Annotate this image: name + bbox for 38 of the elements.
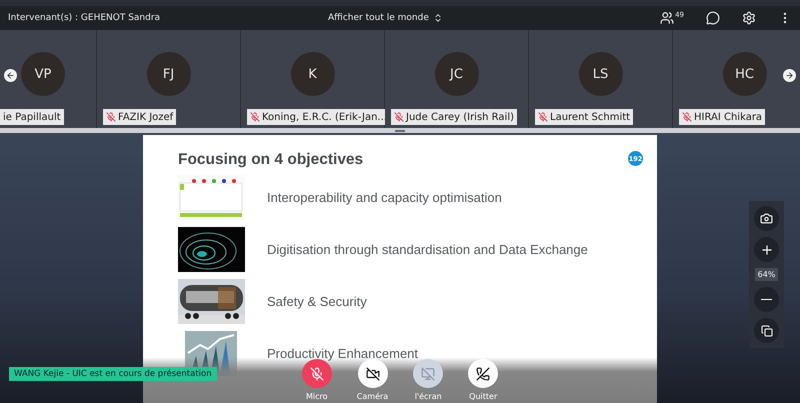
arrow-right-icon [785, 71, 794, 80]
plus-icon [760, 242, 774, 256]
avatar: FJ [146, 52, 190, 96]
participant-name: Jude Carey (Irish Rail) [391, 109, 517, 125]
objective-text: Productivity Enhancement [267, 346, 418, 360]
copy-icon [760, 324, 772, 336]
avatar: LS [578, 52, 622, 96]
settings-icon[interactable] [742, 11, 756, 25]
resize-handle[interactable] [395, 130, 405, 132]
chevrons-icon [432, 13, 443, 23]
participant-name: ie Papillault [0, 109, 64, 125]
screen-icon [421, 366, 436, 380]
camera-icon [760, 212, 773, 225]
zoom-in-button[interactable] [754, 237, 779, 262]
objective-text: Digitisation through standardisation and Data Exchange [267, 242, 588, 256]
zoom-level: 64% [754, 268, 778, 281]
arrow-left-icon [6, 71, 15, 80]
avatar: VP [21, 52, 65, 96]
presenter-banner: WANG Kejie - UIC est en cours de présentation [9, 367, 217, 381]
participant-name: HIRAI Chikara [679, 109, 766, 125]
chat-icon[interactable] [706, 11, 720, 25]
snapshot-button[interactable] [754, 206, 779, 231]
camera-icon [366, 366, 380, 380]
avatar: JC [434, 52, 478, 96]
users-icon [660, 11, 674, 25]
participant-name: Laurent Schmitt [535, 109, 634, 125]
minus-icon [761, 298, 772, 300]
participant-name: FAZIK Jozef [103, 109, 176, 125]
speakers-label: Intervenant(s) : GEHENOT Sandra [8, 13, 162, 23]
mic-icon [310, 366, 324, 380]
objective-text: Interoperability and capacity optimisation [267, 190, 502, 204]
copy-button[interactable] [754, 318, 779, 343]
avatar: K [290, 52, 334, 96]
objective-text: Safety & Security [267, 294, 367, 308]
slide-title: Focusing on 4 objectives [178, 151, 364, 169]
leave-icon [476, 366, 490, 380]
avatar: HC [722, 52, 766, 96]
view-selector[interactable]: Afficher tout le monde [328, 13, 443, 23]
